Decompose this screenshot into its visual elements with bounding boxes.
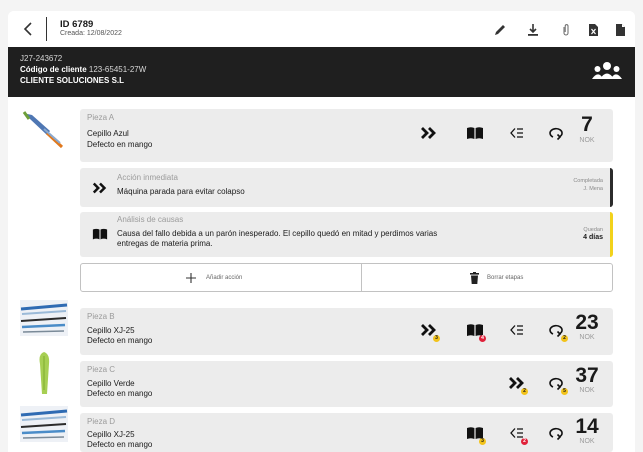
- piece-label: Pieza B: [87, 312, 115, 321]
- client-banner: J27-243672 Código de cliente 123-65451-2…: [8, 47, 635, 97]
- delete-stages-label: Borrar etapas: [487, 275, 524, 281]
- attachment-clip-icon[interactable]: [559, 23, 573, 37]
- piece-name: Cepillo XJ-25: [87, 326, 135, 335]
- action-text-line-2: entregas de materia prima.: [117, 239, 213, 248]
- trash-icon: [470, 272, 479, 284]
- download-icon[interactable]: [526, 23, 540, 37]
- immediate-action-chevron-icon[interactable]: [420, 124, 438, 142]
- action-status: Completada J. Mena: [573, 177, 603, 193]
- piece-row-d[interactable]: Pieza D Cepillo XJ-25 Defecto en mango 3…: [80, 413, 613, 452]
- defect-count: 23: [575, 311, 599, 334]
- excel-file-icon[interactable]: [586, 23, 600, 37]
- add-action-button[interactable]: Añadir acción: [80, 263, 362, 292]
- delete-stages-button[interactable]: Borrar etapas: [361, 263, 613, 292]
- action-buttons: Añadir acción Borrar etapas: [80, 263, 613, 292]
- piece-defect: Defecto en mango: [87, 336, 153, 345]
- analysis-badge: 3: [479, 438, 486, 445]
- piece-d-image: [20, 406, 68, 442]
- immediate-badge: 3: [433, 335, 440, 342]
- app-window: ID 6789 Creada: 12/08/2022 J27-243672 Có…: [8, 11, 635, 452]
- status-nok: NOK: [579, 438, 595, 445]
- action-text: Máquina parada para evitar colapso: [117, 187, 245, 196]
- analysis-badge: 4: [479, 335, 486, 342]
- piece-row-a[interactable]: Pieza A Cepillo Azul Defecto en mango 7 …: [80, 109, 613, 162]
- piece-defect: Defecto en mango: [87, 389, 153, 398]
- time-remaining: Quedan 4 días: [583, 226, 603, 242]
- followup-loop-icon[interactable]: [548, 124, 566, 142]
- piece-c-image: [39, 352, 50, 394]
- document-file-icon[interactable]: [613, 23, 627, 37]
- card-accent: [610, 212, 613, 257]
- back-arrow-icon[interactable]: [20, 20, 38, 38]
- piece-name: Cepillo XJ-25: [87, 430, 135, 439]
- add-action-label: Añadir acción: [206, 275, 243, 281]
- piece-name: Cepillo Azul: [87, 129, 129, 138]
- piece-row-c[interactable]: Pieza C Cepillo Verde Defecto en mango 2…: [80, 361, 613, 407]
- action-title: Acción inmediata: [117, 173, 178, 182]
- status-label: Completada: [573, 178, 603, 184]
- cause-analysis-book-icon[interactable]: [466, 124, 484, 142]
- client-code-label: Código de cliente: [20, 65, 87, 74]
- report-id: ID 6789: [60, 19, 94, 30]
- piece-a-image: [22, 111, 64, 149]
- plus-icon: [186, 273, 196, 283]
- defect-count: 7: [581, 113, 593, 136]
- cause-analysis-book-icon: [92, 228, 108, 240]
- remaining-label: Quedan: [583, 227, 603, 233]
- action-card-immediate[interactable]: Acción inmediata Máquina parada para evi…: [80, 168, 613, 207]
- piece-name: Cepillo Verde: [87, 379, 135, 388]
- status-nok: NOK: [579, 334, 595, 341]
- edit-pencil-icon[interactable]: [493, 23, 507, 37]
- piece-label: Pieza C: [87, 365, 116, 374]
- card-accent: [610, 168, 613, 207]
- action-title: Análisis de causas: [117, 215, 184, 224]
- piece-row-b[interactable]: Pieza B Cepillo XJ-25 Defecto en mango 3…: [80, 308, 613, 355]
- corrective-list-icon[interactable]: [508, 321, 526, 339]
- created-date: Creada: 12/08/2022: [60, 30, 122, 37]
- status-nok: NOK: [579, 387, 595, 394]
- followup-loop-icon[interactable]: [548, 424, 566, 442]
- defect-count: 37: [575, 364, 599, 387]
- client-code: Código de cliente 123-65451-27W: [20, 65, 146, 74]
- action-text-line-1: Causa del fallo debida a un parón inespe…: [117, 229, 438, 238]
- status-nok: NOK: [579, 137, 595, 144]
- immediate-action-chevron-icon: [92, 182, 107, 194]
- team-group-icon[interactable]: [592, 60, 622, 82]
- piece-label: Pieza A: [87, 113, 115, 122]
- immediate-badge: 2: [521, 388, 528, 395]
- header-divider: [46, 17, 47, 41]
- piece-defect: Defecto en mango: [87, 440, 153, 449]
- top-bar: ID 6789 Creada: 12/08/2022: [8, 11, 635, 47]
- piece-b-image: [20, 300, 68, 336]
- client-reference: J27-243672: [20, 54, 63, 63]
- piece-defect: Defecto en mango: [87, 140, 153, 149]
- remaining-value: 4 días: [583, 234, 603, 241]
- action-owner: J. Mena: [583, 186, 603, 192]
- action-card-analysis[interactable]: Análisis de causas Causa del fallo debid…: [80, 212, 613, 257]
- corrective-list-icon[interactable]: [508, 124, 526, 142]
- client-name: CLIENTE SOLUCIONES S.L: [20, 76, 125, 85]
- defect-count: 14: [575, 415, 599, 438]
- corrective-badge: 2: [521, 438, 528, 445]
- piece-label: Pieza D: [87, 417, 116, 426]
- client-code-value: 123-65451-27W: [88, 65, 147, 74]
